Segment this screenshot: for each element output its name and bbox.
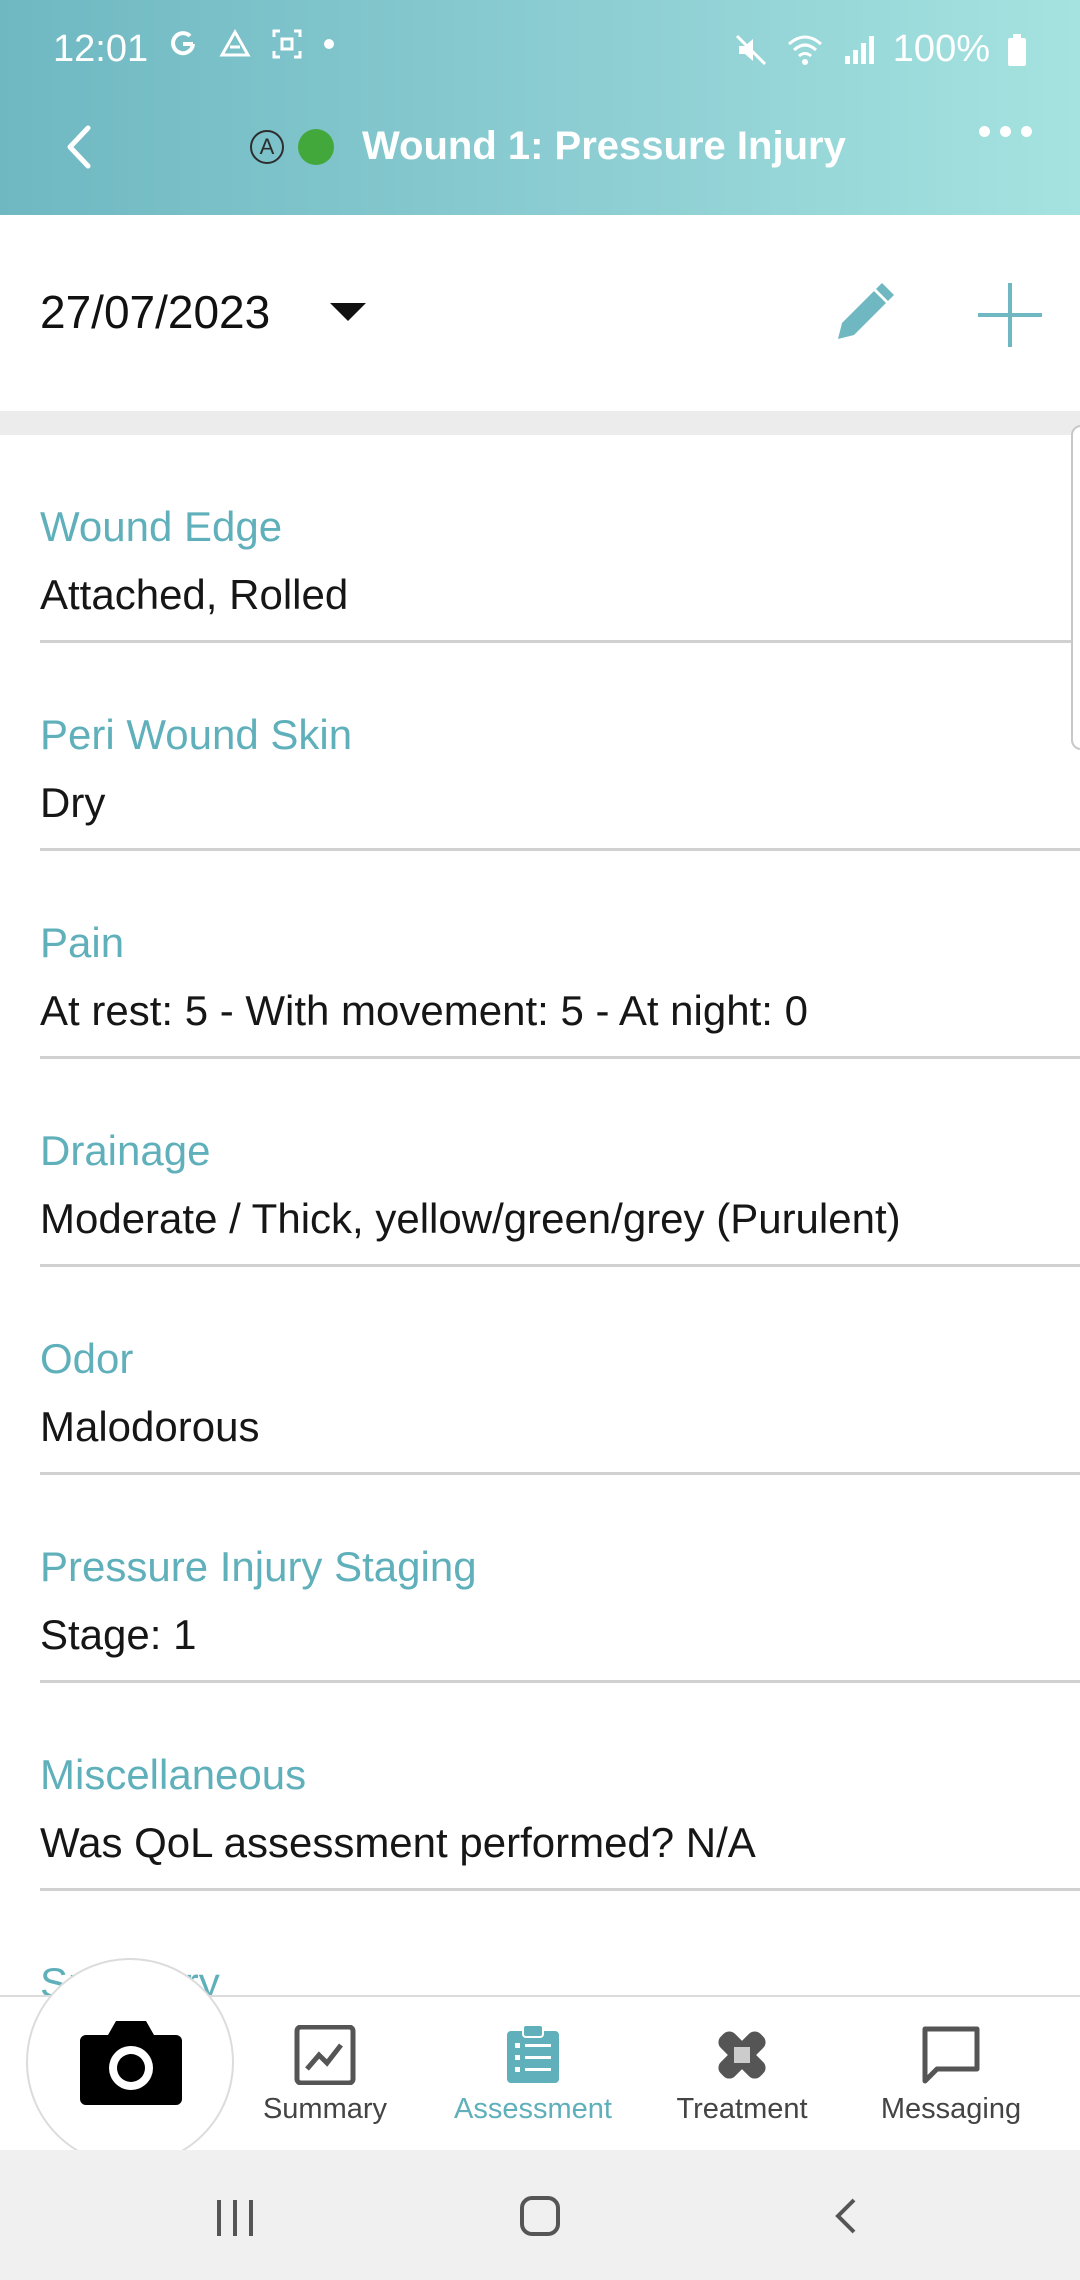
item-value: Moderate / Thick, yellow/green/grey (Pur… (40, 1195, 901, 1242)
screenshot-icon (272, 29, 302, 59)
clipboard-icon (507, 2025, 559, 2083)
battery-icon (1008, 33, 1026, 66)
google-icon (171, 31, 195, 56)
date-bar: 27/07/2023 (0, 215, 1080, 411)
item-label: Pressure Injury Staging (40, 1543, 477, 1590)
tab-assessment[interactable]: Assessment (448, 2025, 618, 2126)
assessment-item-pressure-injury-staging[interactable]: Pressure Injury Staging Stage: 1 (40, 1475, 1080, 1683)
tab-summary[interactable]: Summary (240, 2025, 410, 2126)
assessment-item-drainage[interactable]: Drainage Moderate / Thick, yellow/green/… (40, 1059, 1080, 1267)
title-bar: A Wound 1: Pressure Injury (0, 110, 1080, 190)
assessment-item-wound-edge[interactable]: Wound Edge Attached, Rolled (40, 435, 1080, 643)
status-right-icons: 100% (733, 28, 1028, 71)
chevron-down-icon[interactable] (330, 303, 366, 321)
item-label: Odor (40, 1335, 134, 1382)
tab-treatment[interactable]: Treatment (657, 2025, 827, 2126)
assessment-item-pain[interactable]: Pain At rest: 5 - With movement: 5 - At … (40, 851, 1080, 1059)
assessment-date[interactable]: 27/07/2023 (40, 285, 270, 339)
back-arrow-icon[interactable] (56, 122, 106, 172)
chat-icon (922, 2026, 980, 2084)
assessment-item-miscellaneous[interactable]: Miscellaneous Was QoL assessment perform… (40, 1683, 1080, 1891)
auto-badge: A (250, 129, 284, 164)
status-left-icons (166, 27, 336, 61)
assessment-list: Wound Edge Attached, Rolled Peri Wound S… (0, 435, 1080, 1995)
tab-label: Treatment (676, 2093, 808, 2125)
status-dot (298, 128, 334, 165)
item-value: Stage: 1 (40, 1611, 197, 1658)
page-title: Wound 1: Pressure Injury (362, 124, 846, 168)
wifi-icon (787, 35, 822, 65)
system-back-icon[interactable] (826, 2196, 866, 2236)
item-value: Dry (40, 779, 106, 826)
item-value: Was QoL assessment performed? N/A (40, 1819, 756, 1866)
item-label: Drainage (40, 1127, 211, 1174)
home-icon[interactable] (520, 2196, 560, 2236)
item-label: Miscellaneous (40, 1751, 307, 1798)
app-header: 12:01 100% A Wound 1: Pressure Injury (0, 0, 1080, 215)
item-label: Pain (40, 919, 125, 966)
section-divider (0, 411, 1080, 435)
drive-icon (219, 28, 251, 57)
bandage-icon (718, 2031, 766, 2079)
more-options-icon[interactable] (979, 126, 1032, 137)
assessment-item-peri-wound-skin[interactable]: Peri Wound Skin Dry (40, 643, 1080, 851)
chart-icon (294, 2025, 356, 2085)
tab-label: Messaging (880, 2093, 1022, 2125)
wound-title: A Wound 1: Pressure Injury (250, 124, 846, 169)
scrollbar-handle[interactable] (1071, 425, 1080, 750)
dot-icon (324, 39, 334, 49)
status-bar: 12:01 100% (0, 0, 1080, 100)
battery-percent: 100% (892, 28, 990, 70)
assessment-item-odor[interactable]: Odor Malodorous (40, 1267, 1080, 1475)
tab-label: Assessment (454, 2093, 612, 2125)
item-value: At rest: 5 - With movement: 5 - At night… (40, 987, 808, 1034)
item-value: Attached, Rolled (40, 571, 349, 618)
signal-icon (844, 35, 874, 64)
camera-icon[interactable] (78, 2015, 184, 2107)
item-value: Malodorous (40, 1403, 260, 1450)
edit-pencil-icon[interactable] (828, 279, 898, 349)
status-time: 12:01 (53, 28, 149, 70)
tab-label: Summary (262, 2093, 388, 2125)
assessment-item-summary[interactable]: Summary (40, 1891, 1080, 1995)
recent-apps-icon[interactable] (217, 2200, 253, 2236)
item-label: Peri Wound Skin (40, 711, 353, 758)
system-navigation-bar (0, 2150, 1080, 2280)
add-icon[interactable] (974, 279, 1046, 351)
mute-icon (735, 34, 766, 65)
tab-messaging[interactable]: Messaging (866, 2025, 1036, 2126)
item-label: Wound Edge (40, 503, 283, 550)
